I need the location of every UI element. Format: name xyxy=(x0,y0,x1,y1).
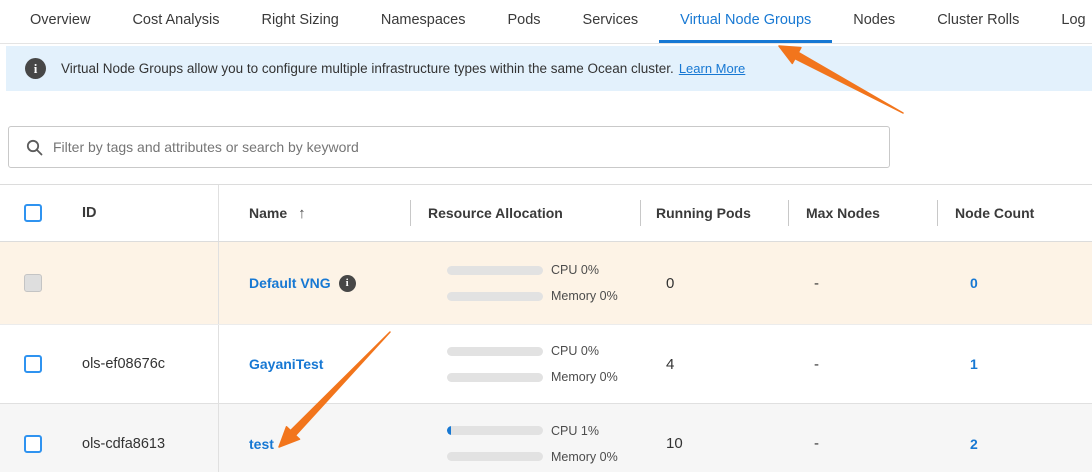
tab-cluster-rolls[interactable]: Cluster Rolls xyxy=(916,0,1040,43)
column-header-name[interactable]: Name ↑ xyxy=(219,185,410,241)
max-nodes-value: - xyxy=(788,242,937,324)
tab-cost-analysis[interactable]: Cost Analysis xyxy=(111,0,240,43)
running-pods-value: 4 xyxy=(640,325,788,403)
info-icon: i xyxy=(25,58,46,79)
banner-text: Virtual Node Groups allow you to configu… xyxy=(61,61,674,76)
tab-nodes[interactable]: Nodes xyxy=(832,0,916,43)
node-count-link[interactable]: 0 xyxy=(970,275,978,291)
memory-usage-bar xyxy=(447,373,543,382)
table-header-row: ID Name ↑ Resource Allocation Running Po… xyxy=(0,185,1092,242)
tab-overview[interactable]: Overview xyxy=(9,0,111,43)
table-row-default-vng: Default VNG i CPU 0% Memory 0% 0 - 0 xyxy=(0,242,1092,324)
virtual-node-groups-page: Overview Cost Analysis Right Sizing Name… xyxy=(0,0,1092,472)
cpu-usage-bar xyxy=(447,347,543,356)
tab-virtual-node-groups[interactable]: Virtual Node Groups xyxy=(659,0,832,43)
memory-usage-label: Memory 0% xyxy=(551,289,618,303)
vng-name-link[interactable]: test xyxy=(249,436,274,452)
vng-table: ID Name ↑ Resource Allocation Running Po… xyxy=(0,184,1092,472)
memory-usage-bar xyxy=(447,452,543,461)
table-row-gayanitest: ols-ef08676c GayaniTest CPU 0% Memory 0%… xyxy=(0,324,1092,403)
vng-name-link[interactable]: GayaniTest xyxy=(249,356,323,372)
vng-id: ols-ef08676c xyxy=(60,325,219,403)
search-icon xyxy=(26,139,43,156)
column-header-running-pods[interactable]: Running Pods xyxy=(640,185,788,241)
memory-usage-label: Memory 0% xyxy=(551,450,618,464)
memory-usage-bar xyxy=(447,292,543,301)
info-icon[interactable]: i xyxy=(339,275,356,292)
running-pods-value: 0 xyxy=(640,242,788,324)
tab-services[interactable]: Services xyxy=(562,0,660,43)
select-all-checkbox[interactable] xyxy=(24,204,42,222)
row-checkbox xyxy=(24,274,42,292)
resource-allocation-bars: CPU 0% Memory 0% xyxy=(447,263,618,303)
sort-ascending-icon[interactable]: ↑ xyxy=(298,205,306,222)
column-header-name-label: Name xyxy=(249,205,287,221)
column-header-resource-allocation: Resource Allocation xyxy=(410,185,640,241)
cpu-usage-label: CPU 0% xyxy=(551,263,599,277)
search-box[interactable] xyxy=(8,126,890,168)
table-row-test: ols-cdfa8613 test CPU 1% Memory 0% 10 - xyxy=(0,403,1092,472)
tab-pods[interactable]: Pods xyxy=(486,0,561,43)
running-pods-value: 10 xyxy=(640,404,788,472)
memory-usage-label: Memory 0% xyxy=(551,370,618,384)
learn-more-link[interactable]: Learn More xyxy=(679,61,745,76)
column-header-id[interactable]: ID xyxy=(60,185,219,241)
column-header-node-count[interactable]: Node Count xyxy=(937,185,1092,241)
resource-allocation-bars: CPU 0% Memory 0% xyxy=(447,344,618,384)
vng-id: ols-cdfa8613 xyxy=(60,404,219,472)
cpu-usage-label: CPU 1% xyxy=(551,424,599,438)
tab-bar: Overview Cost Analysis Right Sizing Name… xyxy=(0,0,1092,44)
max-nodes-value: - xyxy=(788,325,937,403)
node-count-link[interactable]: 1 xyxy=(970,356,978,372)
vng-name-link[interactable]: Default VNG xyxy=(249,275,331,291)
tab-log[interactable]: Log xyxy=(1040,0,1092,43)
column-header-max-nodes[interactable]: Max Nodes xyxy=(788,185,937,241)
row-checkbox[interactable] xyxy=(24,435,42,453)
vng-id xyxy=(60,242,219,324)
cpu-usage-bar xyxy=(447,266,543,275)
info-banner: i Virtual Node Groups allow you to confi… xyxy=(6,46,1092,91)
search-input[interactable] xyxy=(53,139,813,155)
tab-namespaces[interactable]: Namespaces xyxy=(360,0,487,43)
cpu-usage-bar xyxy=(447,426,543,435)
node-count-link[interactable]: 2 xyxy=(970,436,978,452)
max-nodes-value: - xyxy=(788,404,937,472)
cpu-usage-label: CPU 0% xyxy=(551,344,599,358)
row-checkbox[interactable] xyxy=(24,355,42,373)
resource-allocation-bars: CPU 1% Memory 0% xyxy=(447,424,618,464)
tab-right-sizing[interactable]: Right Sizing xyxy=(240,0,359,43)
